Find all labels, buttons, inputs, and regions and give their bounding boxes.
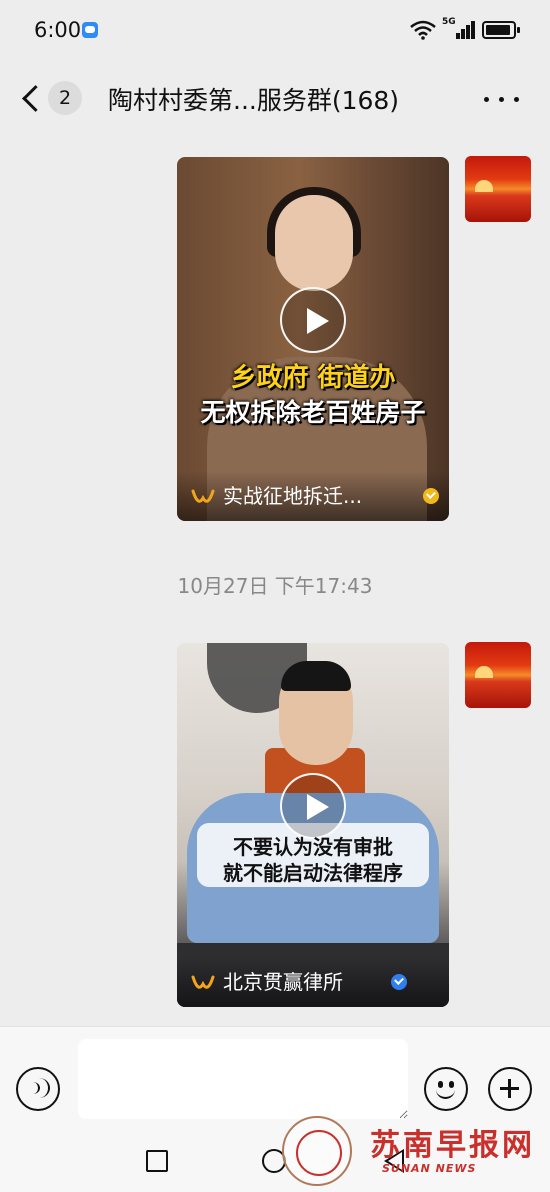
chat-title[interactable]: 陶村村委第...服务群(168) [108, 81, 399, 117]
wifi-icon [410, 20, 436, 40]
status-icons: 5G [410, 16, 520, 44]
avatar[interactable] [465, 642, 531, 708]
verified-badge-icon [391, 974, 407, 990]
channels-video-card[interactable]: 乡政府 街道办 无权拆除老百姓房子 实战征地拆迁... [177, 157, 449, 521]
message-notification-icon [82, 22, 98, 38]
watermark-english: SUNAN NEWS [382, 1162, 477, 1175]
video-caption-line-2: 就不能启动法律程序 [223, 861, 403, 885]
unread-count-badge: 2 [48, 81, 82, 115]
status-time: 6:00 [34, 18, 82, 42]
play-icon [307, 794, 329, 820]
plus-icon[interactable] [488, 1067, 532, 1111]
emoji-icon[interactable] [424, 1067, 468, 1111]
chat-header: 2 陶村村委第...服务群(168) [0, 62, 550, 136]
voice-icon[interactable] [16, 1067, 60, 1111]
back-button[interactable]: 2 [18, 76, 90, 120]
verified-badge-icon [423, 488, 439, 504]
watermark-chinese: 苏南早报网 [370, 1128, 535, 1163]
battery-icon [482, 21, 520, 39]
recents-square-icon[interactable] [146, 1150, 168, 1172]
video-caption-line-2: 无权拆除老百姓房子 [200, 398, 426, 427]
channels-icon [191, 975, 215, 989]
video-caption-line-1: 不要认为没有审批 [233, 835, 393, 859]
channels-icon [191, 489, 215, 503]
network-type-label: 5G [442, 17, 456, 27]
channel-info-bar: 实战征地拆迁... [177, 471, 449, 521]
video-caption-line-1: 乡政府 街道办 [230, 363, 396, 393]
channel-info-bar: 北京贯赢律所 [177, 957, 449, 1007]
message-input[interactable] [78, 1039, 408, 1119]
play-button[interactable] [280, 287, 346, 353]
play-button[interactable] [280, 773, 346, 839]
watermark: 苏南早报网 SUNAN NEWS [282, 1108, 544, 1188]
back-chevron-icon [18, 76, 42, 120]
play-icon [307, 308, 329, 334]
channel-name: 实战征地拆迁... [223, 484, 363, 508]
more-dots-icon [484, 97, 489, 102]
message-timestamp: 10月27日 下午17:43 [177, 574, 373, 598]
avatar[interactable] [465, 156, 531, 222]
watermark-seal-icon [282, 1116, 352, 1186]
status-bar: 6:00 5G [0, 0, 550, 62]
more-options-button[interactable] [482, 84, 522, 114]
signal-icon: 5G [442, 17, 476, 41]
channel-name: 北京贯赢律所 [223, 970, 343, 994]
channels-video-card[interactable]: 不要认为没有审批 就不能启动法律程序 北京贯赢律所 [177, 643, 449, 1007]
